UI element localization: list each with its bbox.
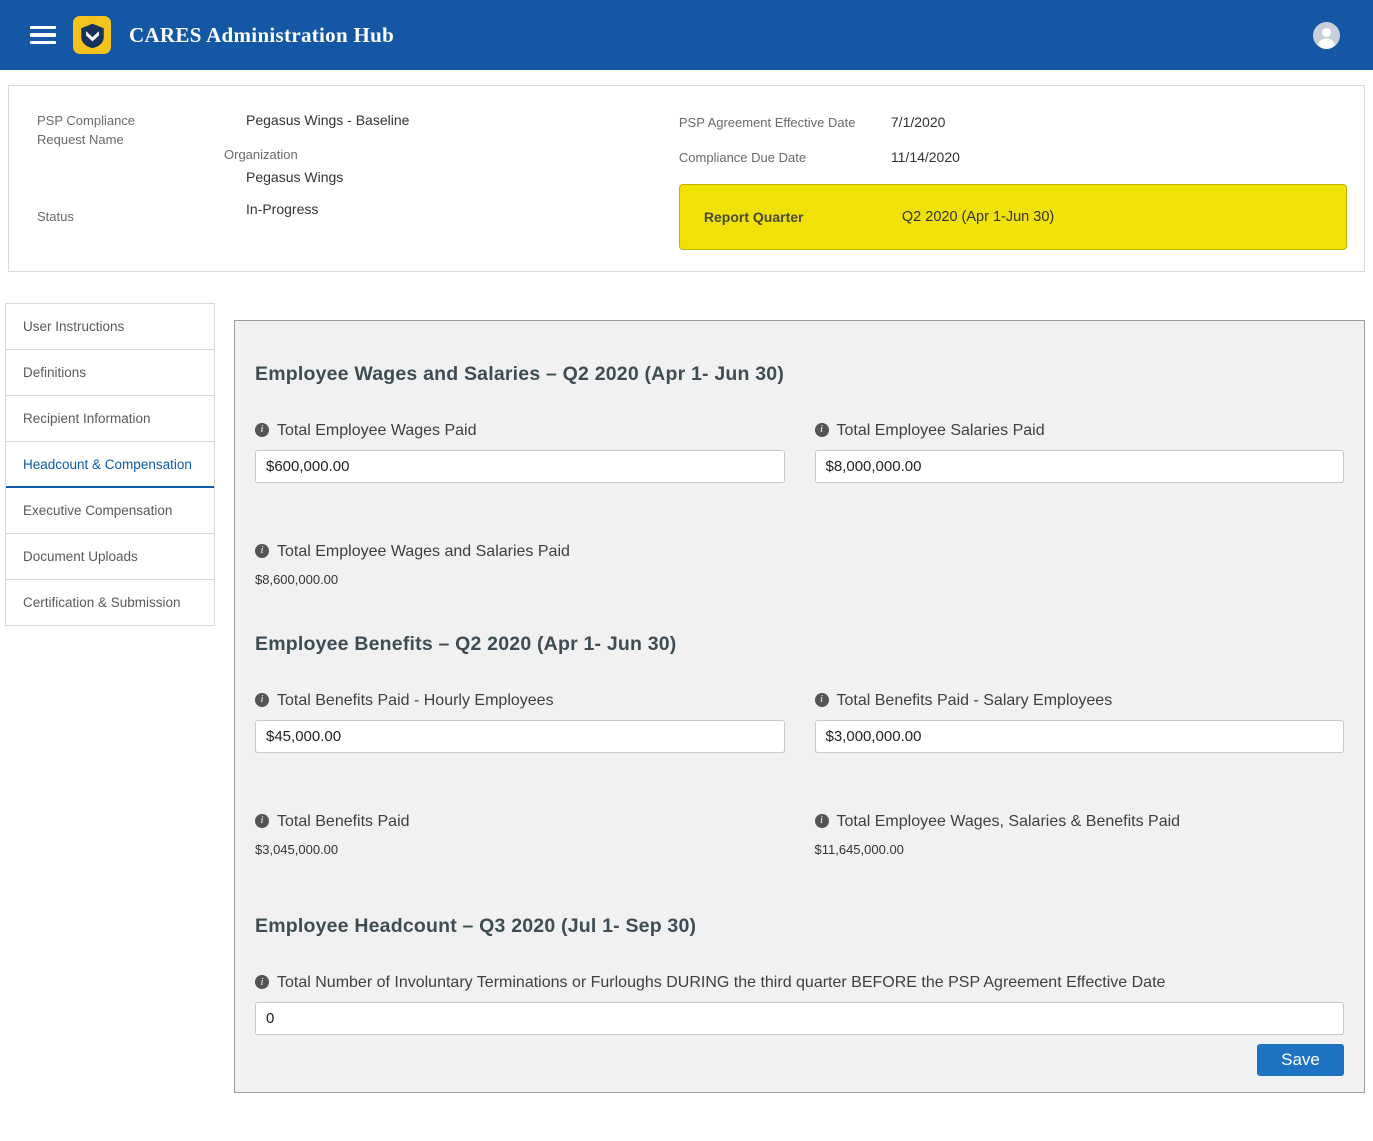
salaries-paid-input[interactable]: [815, 450, 1345, 483]
benefits-hourly-label: Total Benefits Paid - Hourly Employees: [277, 690, 554, 712]
info-icon[interactable]: [255, 544, 269, 558]
terminations-input[interactable]: [255, 1002, 1344, 1035]
benefits-total-field: Total Benefits Paid $3,045,000.00: [255, 811, 785, 858]
benefits-salary-label: Total Benefits Paid - Salary Employees: [837, 690, 1113, 712]
sidebar-item-document-uploads[interactable]: Document Uploads: [6, 534, 214, 580]
benefits-salary-field: Total Benefits Paid - Salary Employees: [815, 690, 1345, 753]
wages-salaries-total-value: $8,600,000.00: [255, 572, 1344, 587]
grand-total-label: Total Employee Wages, Salaries & Benefit…: [837, 811, 1181, 833]
benefits-hourly-field: Total Benefits Paid - Hourly Employees: [255, 690, 785, 753]
wages-paid-field: Total Employee Wages Paid: [255, 420, 785, 483]
due-date-value: 11/14/2020: [891, 149, 1347, 165]
salaries-paid-label: Total Employee Salaries Paid: [837, 420, 1045, 442]
wages-paid-label: Total Employee Wages Paid: [277, 420, 477, 442]
app-header: CARES Administration Hub: [0, 0, 1373, 70]
benefits-hourly-input[interactable]: [255, 720, 785, 753]
status-label: Status: [37, 208, 224, 227]
wages-section-title: Employee Wages and Salaries – Q2 2020 (A…: [255, 363, 1344, 386]
benefits-total-label: Total Benefits Paid: [277, 811, 410, 833]
wages-salaries-total-field: Total Employee Wages and Salaries Paid $…: [255, 541, 1344, 588]
content-region: User Instructions Definitions Recipient …: [5, 303, 1365, 1093]
benefits-total-value: $3,045,000.00: [255, 842, 785, 857]
info-icon[interactable]: [815, 814, 829, 828]
app-title: CARES Administration Hub: [129, 23, 394, 48]
status-value: In-Progress: [224, 201, 679, 217]
info-icon[interactable]: [255, 814, 269, 828]
wages-paid-input[interactable]: [255, 450, 785, 483]
info-icon[interactable]: [815, 693, 829, 707]
save-button[interactable]: Save: [1257, 1044, 1344, 1076]
sidebar-item-definitions[interactable]: Definitions: [6, 350, 214, 396]
app-logo-icon: [73, 16, 111, 54]
sidebar-item-user-instructions[interactable]: User Instructions: [6, 304, 214, 350]
wages-input-row: Total Employee Wages Paid Total Employee…: [255, 420, 1344, 483]
report-quarter-label: Report Quarter: [704, 209, 902, 225]
benefits-input-row: Total Benefits Paid - Hourly Employees T…: [255, 690, 1344, 753]
sidebar-item-certification-submission[interactable]: Certification & Submission: [6, 580, 214, 625]
report-quarter-highlight: Report Quarter Q2 2020 (Apr 1-Jun 30): [679, 184, 1347, 250]
info-icon[interactable]: [255, 975, 269, 989]
grand-total-value: $11,645,000.00: [815, 842, 1345, 857]
request-name-label: PSP Compliance Request Name: [37, 112, 187, 150]
info-icon[interactable]: [255, 423, 269, 437]
benefits-section-title: Employee Benefits – Q2 2020 (Apr 1- Jun …: [255, 633, 1344, 656]
sidebar-item-executive-compensation[interactable]: Executive Compensation: [6, 488, 214, 534]
effective-date-value: 7/1/2020: [891, 114, 1347, 130]
totals-row: Total Benefits Paid $3,045,000.00 Total …: [255, 811, 1344, 858]
save-row: Save: [255, 1044, 1344, 1076]
section-nav: User Instructions Definitions Recipient …: [5, 303, 215, 626]
terminations-label: Total Number of Involuntary Terminations…: [277, 972, 1165, 994]
headcount-compensation-panel: Employee Wages and Salaries – Q2 2020 (A…: [234, 320, 1365, 1093]
info-icon[interactable]: [815, 423, 829, 437]
request-name-value: Pegasus Wings - Baseline: [224, 112, 679, 128]
due-date-label: Compliance Due Date: [679, 149, 891, 168]
wages-salaries-total-label: Total Employee Wages and Salaries Paid: [277, 541, 570, 563]
sidebar-item-recipient-information[interactable]: Recipient Information: [6, 396, 214, 442]
benefits-salary-input[interactable]: [815, 720, 1345, 753]
organization-value: Pegasus Wings: [224, 169, 679, 185]
effective-date-label: PSP Agreement Effective Date: [679, 114, 891, 133]
organization-label: Organization: [224, 146, 679, 165]
user-avatar-icon[interactable]: [1313, 22, 1340, 49]
compliance-summary-card: PSP Compliance Request Name Status Pegas…: [8, 85, 1365, 272]
info-icon[interactable]: [255, 693, 269, 707]
summary-left-column: PSP Compliance Request Name Status Pegas…: [37, 112, 679, 251]
grand-total-field: Total Employee Wages, Salaries & Benefit…: [815, 811, 1345, 858]
sidebar-item-headcount-compensation[interactable]: Headcount & Compensation: [6, 442, 214, 488]
terminations-field: Total Number of Involuntary Terminations…: [255, 972, 1344, 1035]
summary-right-column: PSP Agreement Effective Date 7/1/2020 Co…: [679, 112, 1347, 251]
headcount-section-title: Employee Headcount – Q3 2020 (Jul 1- Sep…: [255, 915, 1344, 938]
menu-icon[interactable]: [30, 26, 56, 45]
report-quarter-value: Q2 2020 (Apr 1-Jun 30): [902, 209, 1346, 225]
salaries-paid-field: Total Employee Salaries Paid: [815, 420, 1345, 483]
